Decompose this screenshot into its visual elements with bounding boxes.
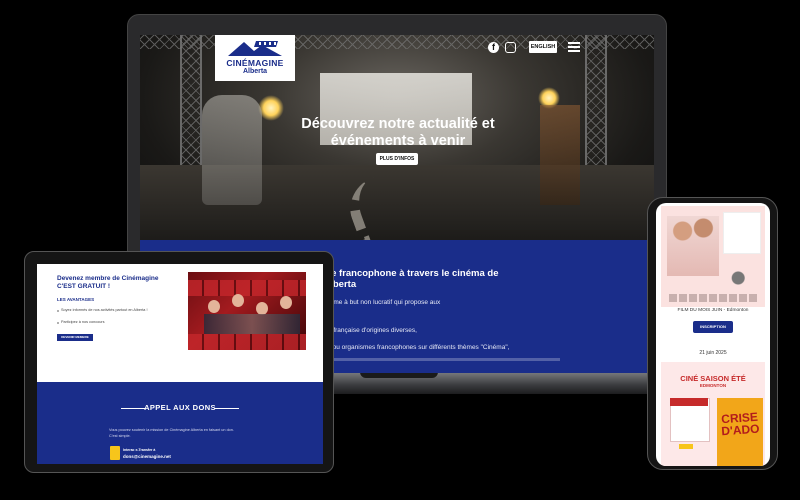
hero-banner: CINÉMAGINE Alberta f ENGLISH Découvrez n… [140, 35, 654, 240]
about-text-faded [320, 358, 560, 361]
logo-name: CINÉMAGINE [226, 58, 284, 68]
advantage-item: Participez à nos concours [56, 320, 105, 324]
cinema-seats [188, 334, 306, 350]
interac-label: Interac e-Transfer à [123, 448, 156, 452]
poster-date-banner [670, 398, 708, 406]
about-text: organisme à but non lucratif qui propose… [312, 299, 441, 306]
poster-city: EDMONTON [699, 383, 727, 388]
event-date: 21 juin 2025 [699, 350, 727, 356]
film-of-month-poster[interactable] [661, 206, 765, 307]
hamburger-menu-icon[interactable] [568, 42, 580, 52]
poster-film-title: CRISE D'ADO [718, 410, 762, 439]
phone-screen: FILM DU MOIS JUIN - Edmonton INSCRIPTION… [656, 203, 770, 466]
poster-actors-image [667, 216, 719, 276]
poster-logos [669, 294, 759, 302]
hero-title: Découvrez notre actualité et événements … [288, 116, 508, 150]
film-of-month-caption: FILM DU MOIS JUIN - Edmonton [677, 308, 749, 313]
membership-title-line: Devenez membre de Cinémagine [57, 275, 159, 282]
donations-email-link[interactable]: dons@cinemagine.net [123, 454, 171, 459]
english-language-button[interactable]: ENGLISH [529, 41, 557, 53]
logo[interactable]: CINÉMAGINE Alberta [215, 35, 295, 81]
poster-info-card [723, 212, 761, 254]
donations-section: APPEL AUX DONS Vous pouvez soutenir la m… [37, 382, 323, 464]
projector-image [202, 95, 262, 205]
instagram-icon[interactable] [505, 42, 516, 53]
audience-face [208, 300, 220, 313]
membership-title: Devenez membre de Cinémagine C'EST GRATU… [57, 275, 197, 291]
poster-film-art: CRISE D'ADO [717, 398, 763, 466]
donations-text: C'est simple. [109, 434, 131, 438]
about-title-line: ulture francophone à travers le cinéma d… [310, 268, 499, 279]
about-text: écoles ou organismes francophones sur di… [312, 344, 510, 351]
about-title-line: en Alberta [310, 279, 357, 290]
facebook-icon[interactable]: f [488, 42, 499, 53]
projector-icon [727, 266, 755, 290]
hero-title-line: événements à venir [330, 133, 466, 149]
advantages-label: LES AVANTAGES [57, 297, 95, 302]
logo-subtitle: Alberta [242, 68, 268, 75]
summer-cinema-poster[interactable]: CINÉ SAISON ÉTÉ EDMONTON CRISE D'ADO [661, 362, 765, 466]
inscription-button[interactable]: INSCRIPTION [693, 321, 733, 333]
cinema-seats [188, 280, 306, 296]
about-title: ulture francophone à travers le cinéma d… [310, 268, 570, 290]
audience-face [232, 294, 244, 307]
title-rule [215, 408, 239, 409]
cinema-audience-photo [188, 272, 306, 350]
stage-truss [180, 35, 202, 175]
about-text: langue française d'origines diverses, [312, 327, 417, 334]
poster-title: CINÉ SAISON ÉTÉ [680, 374, 746, 383]
tablet-screen: Devenez membre de Cinémagine C'EST GRATU… [37, 264, 323, 464]
donations-text: Vous pouvez soutenir la mission de Ciném… [109, 428, 234, 432]
poster-film-title-line: D'ADO [720, 421, 760, 439]
logo-mountain-icon [228, 41, 282, 56]
tripod-image [540, 105, 580, 205]
audience-face [280, 296, 292, 309]
more-info-button[interactable]: PLUS D'INFOS [376, 153, 418, 165]
interac-logo-icon [110, 446, 120, 460]
advantage-item: Soyez informés de nos activités partout … [57, 308, 148, 312]
hero-title-line: Découvrez notre actualité et [301, 116, 495, 132]
poster-badge [679, 444, 693, 449]
membership-title-line: C'EST GRATUIT ! [57, 283, 111, 290]
become-member-button[interactable]: DEVENIR MEMBRE [57, 334, 93, 341]
audience-bodies [204, 314, 300, 334]
